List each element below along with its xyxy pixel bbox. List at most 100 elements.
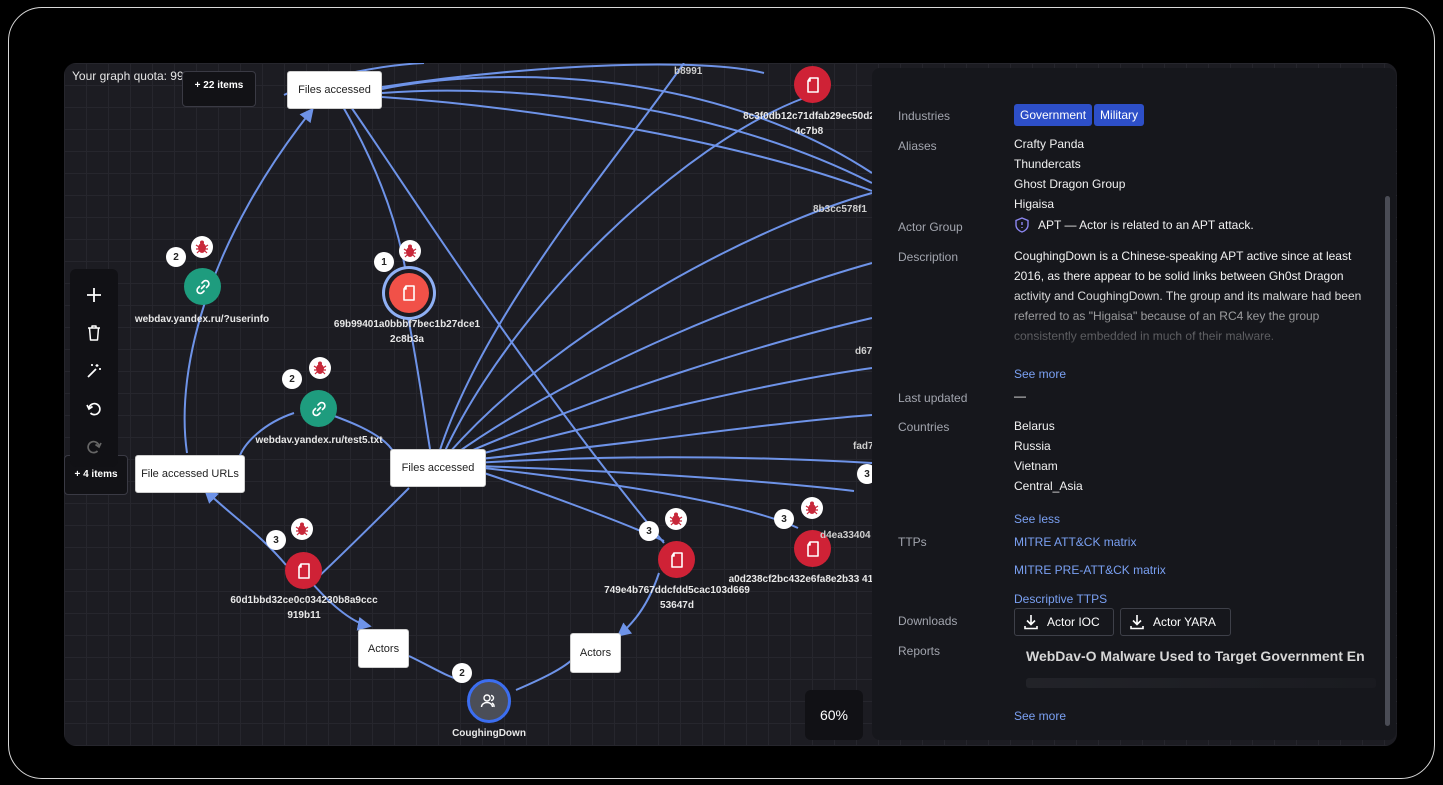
industries-label: Industries [898,109,951,123]
count-badge: 2 [282,369,302,389]
downloads-label: Downloads [898,614,958,628]
edge [478,465,855,492]
alias-item: Crafty Panda [1014,137,1085,151]
industry-tag[interactable]: Military [1094,104,1145,126]
partial-label: d67 [855,346,873,357]
country-item: Russia [1014,439,1051,453]
ttp-link[interactable]: Descriptive TTPS [1014,592,1107,606]
edge [468,414,873,461]
node-label: 749e4b767ddcfdd5cac103d669 53647d [604,585,750,611]
bug-icon [399,240,421,262]
partial-label: d4ea33404 [820,530,871,541]
actor-group-label: Actor Group [898,220,963,234]
node-label: File accessed URLs [141,468,239,480]
actor-group-value: APT — Actor is related to an APT attack. [1014,215,1254,235]
countries-label: Countries [898,420,950,434]
node-label: Files accessed [401,462,475,474]
files-accessed-node[interactable]: Files accessed [390,449,486,487]
auto-layout-button[interactable] [82,359,106,383]
graph-canvas[interactable]: Your graph quota: 99 of 100 left + 22 it… [64,63,1397,746]
bug-icon [801,497,823,519]
node-label: a0d238cf2bc432e6fa8e2b33 41dd [728,574,886,585]
node-label: 69b99401a0bbbf7bec1b27dce1 2c8b3a [333,319,481,345]
industries-tags: Government Military [1014,104,1146,126]
actor-node[interactable] [467,679,511,723]
link-icon [195,279,210,294]
ttp-link[interactable]: MITRE ATT&CK matrix [1014,535,1136,549]
actors-node[interactable]: Actors [358,629,409,668]
add-button[interactable] [82,283,106,307]
countries-see-less-link[interactable]: See less [1014,512,1060,526]
edge [453,262,873,456]
aliases-label: Aliases [898,139,937,153]
report-preview [1026,678,1376,688]
actor-details-panel: Industries Government Military Aliases Cr… [872,68,1396,740]
edge [473,456,873,464]
redo-button[interactable] [82,435,106,459]
file-icon [297,562,310,579]
country-item: Vietnam [1014,459,1058,473]
extra-items-label: + 22 items [194,80,244,91]
file-icon [403,285,415,301]
edge [483,467,799,529]
url-node[interactable] [184,268,221,305]
file-node[interactable] [658,541,695,578]
partial-label: 8b3cc578f1 [813,204,867,215]
bug-icon [665,508,687,530]
download-label: Actor IOC [1047,615,1100,629]
file-accessed-urls-node[interactable]: File accessed URLs [135,455,245,493]
bug-icon [191,236,213,258]
file-icon [806,540,819,557]
last-updated-value: — [1014,389,1026,403]
file-node[interactable] [794,66,831,103]
node-label: 60d1bbd32ce0c034230b8a9ccc 919b11 [230,595,378,621]
file-icon [670,551,683,568]
reports-see-more-link[interactable]: See more [1014,709,1066,723]
magic-wand-icon [87,364,101,378]
download-actor-ioc-button[interactable]: Actor IOC [1014,608,1114,636]
partial-label: fad7 [853,441,874,452]
alias-item: Ghost Dragon Group [1014,177,1126,191]
alias-item: Higaisa [1014,197,1055,211]
ttp-link[interactable]: MITRE PRE-ATT&CK matrix [1014,563,1166,577]
industry-tag[interactable]: Government [1014,104,1093,126]
file-node[interactable] [285,552,322,589]
edge [313,487,410,582]
edge [443,97,805,454]
edge [463,367,873,459]
screenshot-frame: Your graph quota: 99 of 100 left + 22 it… [8,7,1435,779]
files-accessed-node[interactable]: Files accessed [287,71,382,109]
shield-icon [1015,217,1029,233]
trash-icon [88,325,100,341]
node-label: Files accessed [298,84,371,96]
edge [483,472,665,542]
description-fade [1014,288,1384,358]
download-icon [1024,615,1038,630]
link-icon [311,401,326,416]
alias-item: Thundercats [1014,157,1081,171]
undo-button[interactable] [82,397,106,421]
country-item: Central_Asia [1014,479,1083,493]
description-label: Description [898,250,959,264]
edge [381,63,765,88]
download-actor-yara-button[interactable]: Actor YARA [1120,608,1231,636]
node-label: 8c3f0db12c71dfab29ec50d2 4c7b8 [743,111,875,137]
delete-button[interactable] [82,321,106,345]
description-see-more-link[interactable]: See more [1014,367,1066,381]
count-badge: 2 [166,247,186,267]
redo-icon [87,440,102,454]
actors-node[interactable]: Actors [570,633,621,673]
bug-icon [291,518,313,540]
node-label: webdav.yandex.ru/test5.txt [255,435,383,446]
extra-items-top[interactable]: + 22 items [182,71,256,107]
extra-items-label: + 4 items [74,469,118,480]
zoom-level[interactable]: 60% [805,690,863,740]
reports-label: Reports [898,644,941,658]
panel-scrollbar[interactable] [1385,196,1390,726]
report-title-link[interactable]: WebDav-O Malware Used to Target Governme… [1026,648,1365,664]
url-node[interactable] [300,390,337,427]
file-icon [806,76,819,93]
file-node-selected[interactable] [389,273,429,313]
country-item: Belarus [1014,419,1055,433]
count-badge: 3 [639,521,659,541]
